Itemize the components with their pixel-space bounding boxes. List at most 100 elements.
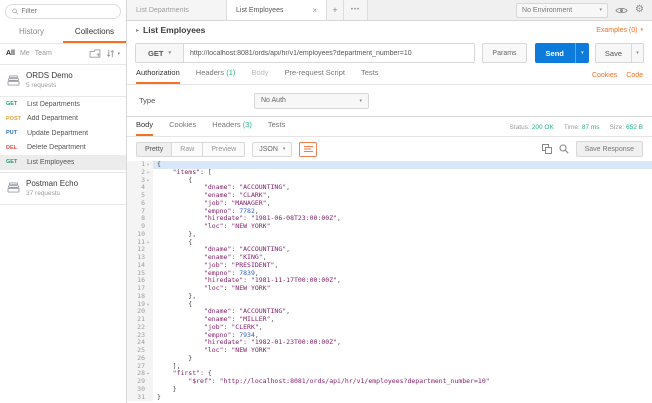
auth-type-value: No Auth: [261, 97, 286, 104]
gear-icon[interactable]: ⚙: [635, 5, 644, 15]
environment-area: No Environment ▾ ⚙: [516, 0, 652, 20]
page-title: List Employees: [143, 25, 206, 35]
collection-ords-demo[interactable]: ORDS Demo 5 requests: [0, 65, 126, 97]
auth-type-select[interactable]: No Auth ▾: [254, 92, 369, 109]
code-line: 26 }: [127, 353, 652, 363]
filter-input[interactable]: [21, 8, 114, 15]
raw-button[interactable]: Raw: [172, 142, 204, 156]
method-select[interactable]: GET ▾: [135, 43, 183, 63]
save-options-button[interactable]: ▾: [632, 43, 644, 63]
code-line: 29 "$ref": "http://localhost:8081/ords/a…: [127, 377, 652, 386]
line-number: 6: [127, 199, 153, 208]
search-response-icon[interactable]: [559, 144, 569, 154]
code-line: 18 },: [127, 291, 652, 301]
line-number: 1▾: [127, 161, 153, 169]
code-text: "$ref": "http://localhost:8081/ords/api/…: [188, 377, 490, 385]
authorization-panel: Type No Auth ▾: [127, 85, 652, 117]
save-response-button[interactable]: Save Response: [575, 141, 643, 157]
code-text: }: [157, 353, 193, 362]
tab-list-employees[interactable]: List Employees ×: [227, 0, 327, 20]
tab-response-body[interactable]: Body: [136, 120, 154, 136]
request-label: Delete Department: [27, 144, 86, 152]
line-number: 2▾: [127, 168, 153, 177]
code-line: 2▾ "items": [: [127, 167, 652, 177]
tab-history[interactable]: History: [0, 23, 63, 43]
line-number: 7: [127, 207, 153, 216]
code-text: ],: [157, 361, 181, 370]
tab-menu-button[interactable]: •••: [344, 0, 368, 20]
examples-dropdown[interactable]: Examples (0) ▾: [596, 27, 643, 34]
tab-prerequest-script[interactable]: Pre-request Script: [285, 68, 345, 84]
tab-list-departments[interactable]: List Departments: [127, 0, 227, 20]
headers-count: (3): [242, 120, 252, 129]
tab-collections[interactable]: Collections: [63, 23, 126, 43]
language-select[interactable]: JSON ▾: [252, 141, 293, 157]
auth-type-label: Type: [139, 96, 156, 105]
sort-icon[interactable]: ▾: [106, 49, 120, 58]
response-body-viewer[interactable]: 1▾{2▾ "items": [3▾ {4 "dname": "ACCOUNTI…: [127, 161, 652, 403]
code-text: "items": [: [172, 167, 212, 176]
url-row: GET ▾ Params Send ▾ Save ▾: [127, 39, 652, 65]
code-text: },: [157, 291, 197, 300]
view-toggle-group: Pretty Raw Preview: [136, 141, 246, 157]
collection-meta: 37 requests: [26, 189, 60, 197]
environment-select[interactable]: No Environment ▾: [516, 2, 609, 18]
status-badge: Status: 200 OK: [509, 124, 554, 131]
tab-authorization[interactable]: Authorization: [136, 68, 180, 84]
send-options-button[interactable]: ▾: [574, 43, 589, 63]
code-text: "loc": "NEW YORK": [203, 222, 271, 230]
sidebar-item-add-department[interactable]: POST Add Department: [0, 112, 126, 127]
tab-response-cookies[interactable]: Cookies: [169, 120, 196, 136]
line-number: 4: [127, 183, 153, 192]
tab-headers[interactable]: Headers (1): [196, 68, 236, 84]
line-number: 8: [127, 214, 153, 223]
sidebar-item-list-employees[interactable]: GET List Employees: [0, 155, 126, 170]
sidebar-item-list-departments[interactable]: GET List Departments: [0, 97, 126, 112]
tab-body[interactable]: Body: [251, 68, 268, 84]
close-icon[interactable]: ×: [312, 6, 317, 15]
chevron-down-icon: ▾: [640, 27, 643, 33]
scope-all[interactable]: All: [6, 50, 15, 57]
scope-me[interactable]: Me: [20, 50, 30, 57]
sidebar-item-update-department[interactable]: PUT Update Department: [0, 126, 126, 141]
method-badge: PUT: [6, 130, 17, 137]
save-button[interactable]: Save: [594, 43, 632, 63]
sidebar-item-delete-department[interactable]: DEL Delete Department: [0, 141, 126, 156]
collapse-triangle-icon[interactable]: ▸: [136, 27, 139, 34]
response-toolbar: Pretty Raw Preview JSON ▾ Save Response: [127, 137, 652, 161]
request-config-tabs: Authorization Headers (1) Body Pre-reque…: [127, 65, 652, 85]
response-stats: Status: 200 OK Time: 87 ms Size: 652 B: [510, 124, 643, 136]
copy-icon[interactable]: [541, 144, 552, 154]
chevron-down-icon: ▾: [599, 7, 603, 13]
code-line: 31}: [127, 393, 652, 402]
request-label: Update Department: [27, 129, 89, 137]
new-collection-icon[interactable]: [89, 49, 101, 58]
tab-response-tests[interactable]: Tests: [268, 120, 286, 136]
chevron-down-icon: ▾: [168, 50, 171, 56]
response-tabs-row: Body Cookies Headers (3) Tests Status: 20…: [127, 117, 652, 137]
line-number: 5: [127, 191, 153, 200]
pretty-button[interactable]: Pretty: [137, 142, 173, 156]
url-input[interactable]: [183, 43, 476, 63]
tab-label: List Departments: [136, 6, 189, 14]
tab-response-headers[interactable]: Headers (3): [212, 120, 252, 136]
scope-team[interactable]: Team: [35, 50, 52, 57]
code-link[interactable]: Code: [626, 72, 643, 79]
send-button[interactable]: Send: [534, 43, 575, 63]
code-line: 17 "loc": "NEW YORK": [127, 284, 652, 293]
cookies-link[interactable]: Cookies: [592, 72, 617, 79]
save-button-group: Save ▾: [594, 43, 644, 63]
method-badge: GET: [6, 101, 18, 108]
filter-box[interactable]: [5, 4, 121, 19]
tab-tests[interactable]: Tests: [361, 68, 379, 84]
new-tab-button[interactable]: +: [327, 0, 344, 20]
collection-postman-echo[interactable]: Postman Echo 37 requests: [0, 171, 126, 205]
collection-meta: 5 requests: [26, 82, 57, 89]
params-button[interactable]: Params: [482, 43, 527, 63]
preview-button[interactable]: Preview: [203, 142, 245, 156]
request-list: GET List Departments POST Add Department…: [0, 97, 126, 170]
request-tabbar: List Departments List Employees × + ••• …: [127, 0, 652, 21]
environment-preview-icon[interactable]: [615, 6, 628, 15]
wrap-lines-icon[interactable]: [299, 141, 318, 157]
method-value: GET: [148, 48, 164, 58]
